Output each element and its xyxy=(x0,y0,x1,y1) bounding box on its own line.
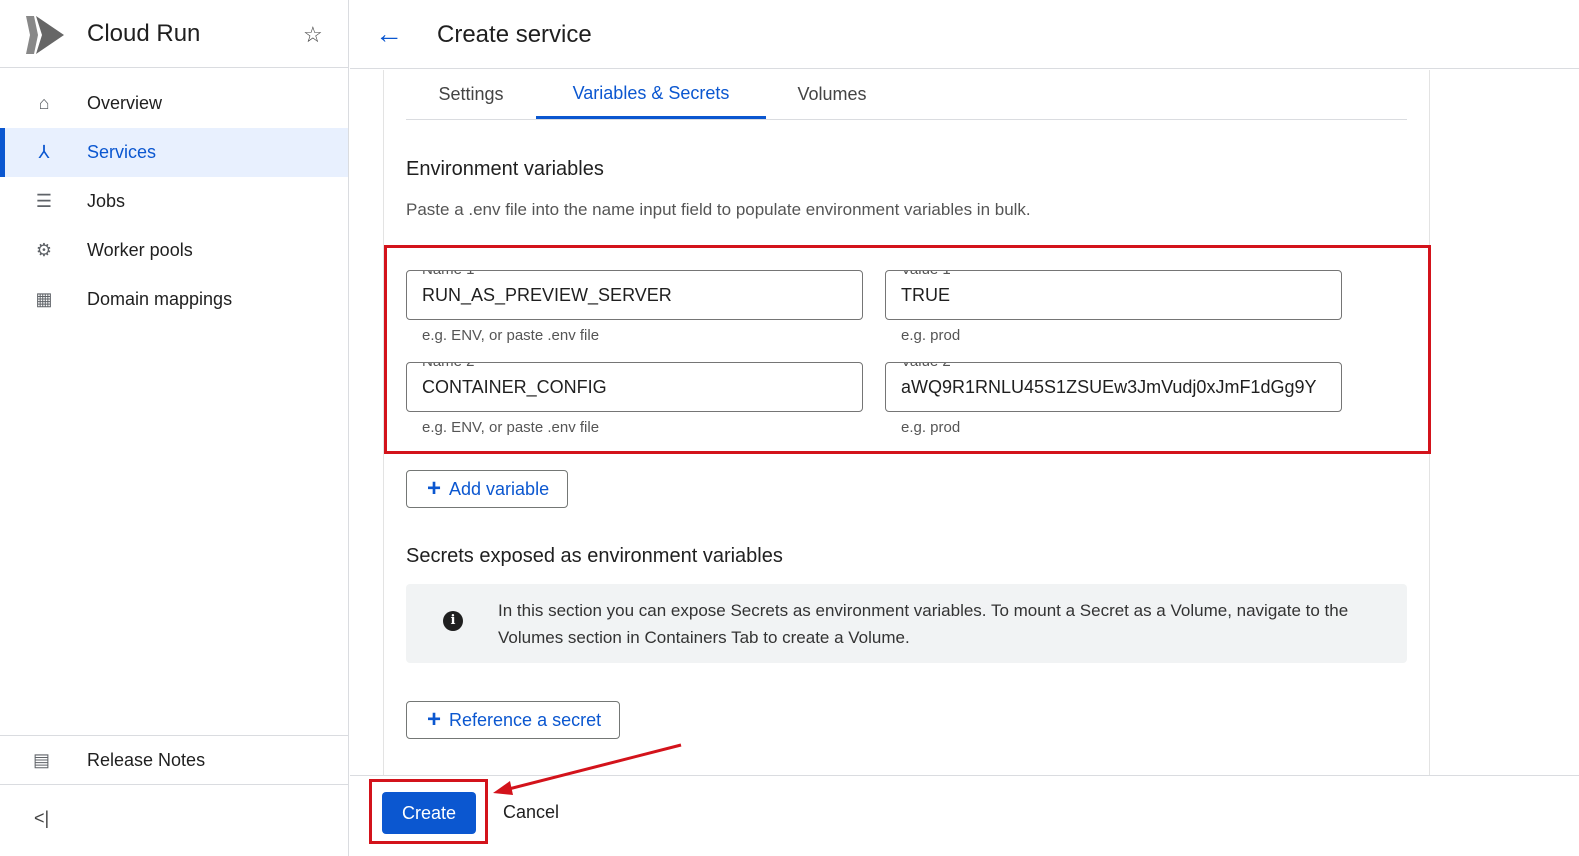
name-1-hint: e.g. ENV, or paste .env file xyxy=(422,327,600,344)
info-icon: i xyxy=(443,611,463,631)
create-button[interactable]: Create xyxy=(382,792,476,834)
sidebar-item-services[interactable]: ⅄ Services xyxy=(0,128,348,177)
sidebar-item-label: Worker pools xyxy=(87,240,193,260)
services-icon: ⅄ xyxy=(38,142,50,162)
env-vars-heading: Environment variables xyxy=(406,158,604,180)
env-vars-description: Paste a .env file into the name input fi… xyxy=(406,200,1031,219)
value-2-hint: e.g. prod xyxy=(901,419,961,436)
page-header: ← Create service xyxy=(350,0,1579,69)
name-2-input[interactable]: Name 2 CONTAINER_CONFIG xyxy=(406,362,863,412)
button-label: Add variable xyxy=(449,478,550,499)
tab-settings[interactable]: Settings xyxy=(421,70,521,119)
field-label: Name 2 xyxy=(417,363,480,370)
app-title: Cloud Run xyxy=(87,19,201,47)
tab-volumes[interactable]: Volumes xyxy=(781,70,883,119)
sidebar-item-label: Domain mappings xyxy=(87,289,233,309)
cancel-button[interactable]: Cancel xyxy=(503,802,559,823)
name-2-hint: e.g. ENV, or paste .env file xyxy=(422,419,600,436)
field-value: aWQ9R1RNLU45S1ZSUEw3JmVudj0xJmF1dGg9Y xyxy=(901,377,1317,397)
info-text: In this section you can expose Secrets a… xyxy=(498,601,1349,647)
button-label: Reference a secret xyxy=(449,709,602,730)
value-1-input[interactable]: Value 1 TRUE xyxy=(885,270,1342,320)
name-1-input[interactable]: Name 1 RUN_AS_PREVIEW_SERVER xyxy=(406,270,863,320)
sidebar-item-overview[interactable]: ⌂ Overview xyxy=(0,79,348,128)
info-banner: i In this section you can expose Secrets… xyxy=(406,584,1407,663)
add-variable-button[interactable]: + Add variable xyxy=(406,470,569,508)
sidebar-item-domain-mappings[interactable]: ▦ Domain mappings xyxy=(0,275,348,324)
sidebar: Cloud Run ☆ ⌂ Overview ⅄ Services ☰ Jobs ⚙ W… xyxy=(0,0,349,856)
secrets-heading: Secrets exposed as environment variables xyxy=(406,545,783,567)
cloud-run-logo-icon xyxy=(26,16,64,54)
field-value: RUN_AS_PREVIEW_SERVER xyxy=(422,285,672,305)
tab-variables-secrets[interactable]: Variables & Secrets xyxy=(536,70,766,119)
reference-secret-button[interactable]: + Reference a secret xyxy=(406,701,621,739)
plus-icon: + xyxy=(427,706,442,733)
brand-header: Cloud Run ☆ xyxy=(0,0,348,68)
page-title: Create service xyxy=(437,21,592,48)
home-icon: ⌂ xyxy=(38,93,50,113)
sidebar-item-label: Overview xyxy=(87,93,163,113)
field-value: TRUE xyxy=(901,285,950,305)
sidebar-item-label: Jobs xyxy=(87,191,126,211)
field-value: CONTAINER_CONFIG xyxy=(422,377,607,397)
collapse-sidebar-icon[interactable]: <| xyxy=(34,808,49,829)
back-arrow-icon[interactable]: ← xyxy=(375,18,403,50)
sidebar-item-jobs[interactable]: ☰ Jobs xyxy=(0,177,348,226)
field-label: Name 1 xyxy=(417,271,480,278)
sidebar-item-label: Release Notes xyxy=(87,749,206,770)
tab-bar: Settings Variables & Secrets Volumes xyxy=(406,70,1407,120)
building-icon: ▦ xyxy=(35,289,53,309)
value-1-hint: e.g. prod xyxy=(901,327,961,344)
sidebar-item-release-notes[interactable]: ▤ Release Notes xyxy=(0,735,348,785)
list-icon: ☰ xyxy=(35,191,53,211)
star-icon[interactable]: ☆ xyxy=(303,22,323,48)
plus-icon: + xyxy=(427,475,442,502)
value-2-input[interactable]: Value 2 aWQ9R1RNLU45S1ZSUEw3JmVudj0xJmF1d… xyxy=(885,362,1342,412)
notes-icon: ▤ xyxy=(33,749,51,770)
field-label: Value 2 xyxy=(896,363,956,370)
field-label: Value 1 xyxy=(896,271,956,278)
sidebar-nav: ⌂ Overview ⅄ Services ☰ Jobs ⚙ Worker pools … xyxy=(0,79,348,324)
sidebar-item-worker-pools[interactable]: ⚙ Worker pools xyxy=(0,226,348,275)
gears-icon: ⚙ xyxy=(35,240,53,260)
sidebar-item-label: Services xyxy=(87,142,157,162)
